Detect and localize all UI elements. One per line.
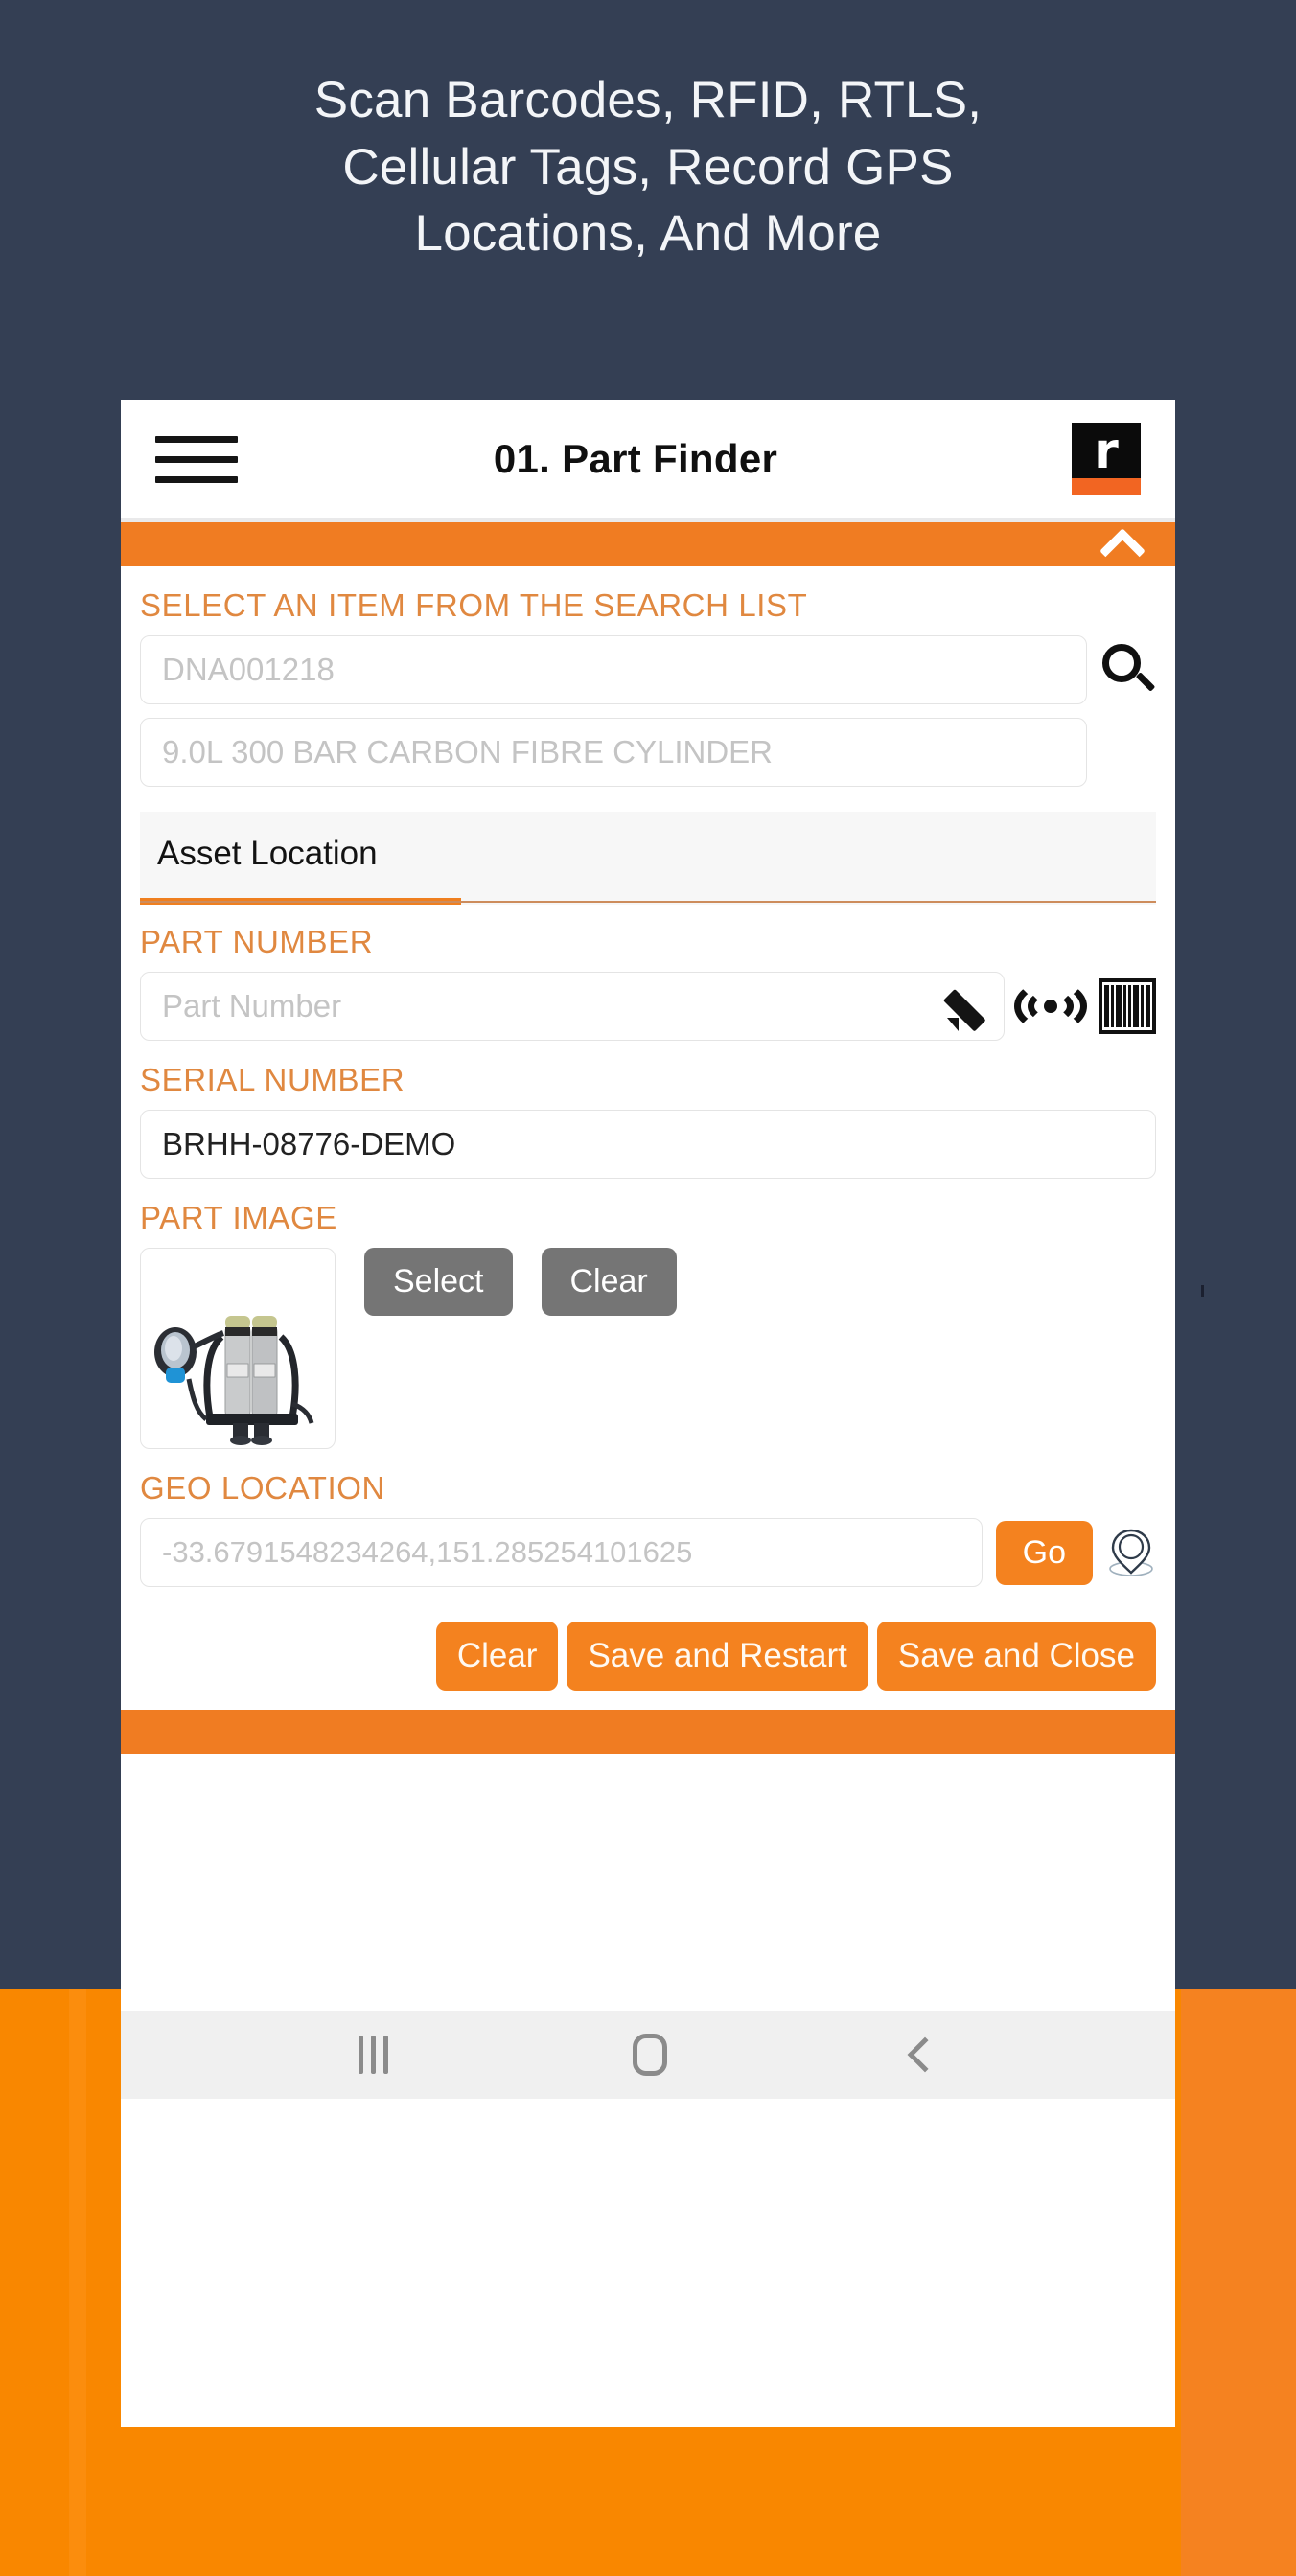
section-collapse-bar[interactable]	[121, 522, 1175, 575]
barcode-icon[interactable]	[1099, 978, 1156, 1034]
spacer-below-actions	[121, 1690, 1175, 1710]
part-number-row: Part Number	[140, 972, 1156, 1041]
search-description-input[interactable]: 9.0L 300 BAR CARBON FIBRE CYLINDER	[140, 718, 1087, 787]
search-icon-handle	[1135, 672, 1156, 692]
search-icon-ring	[1102, 644, 1141, 682]
barcode-bar	[1141, 985, 1145, 1027]
android-nav-bar	[121, 2011, 1175, 2099]
barcode-bar	[1146, 985, 1151, 1027]
part-image-thumbnail[interactable]	[140, 1248, 336, 1449]
footer-orange-band	[121, 1710, 1175, 1754]
backdrop-orange-stripe	[69, 1989, 86, 2576]
pencil-tip	[947, 1018, 959, 1031]
recents-bar	[370, 2036, 376, 2074]
barcode-bar	[1115, 985, 1122, 1027]
headline-line-1: Scan Barcodes, RFID, RTLS,	[313, 72, 983, 128]
backdrop-orange-right	[1181, 1989, 1296, 2576]
chevron-up-icon[interactable]	[1099, 527, 1146, 575]
rfid-icon[interactable]	[1014, 978, 1087, 1034]
recents-icon[interactable]	[358, 2036, 388, 2074]
recents-bar	[358, 2036, 363, 2074]
geo-location-row: -33.6791548234264,151.285254101625 Go	[140, 1518, 1156, 1587]
geo-go-button[interactable]: Go	[995, 1520, 1093, 1585]
part-number-input[interactable]: Part Number	[140, 972, 1005, 1041]
blank-content-area	[121, 1754, 1175, 2011]
tab-bar: Asset Location	[140, 812, 1156, 905]
app-bar: 01. Part Finder r	[121, 400, 1175, 522]
search-icon[interactable]	[1100, 642, 1156, 698]
barcode-bar	[1127, 985, 1132, 1027]
page-title: 01. Part Finder	[493, 436, 778, 481]
part-number-label: PART NUMBER	[140, 924, 374, 959]
phone-screen: 01. Part Finder r SELECT AN ITEM FROM TH…	[121, 400, 1175, 2426]
serial-number-input[interactable]: BRHH-08776-DEMO	[140, 1110, 1156, 1179]
barcode-bar	[1104, 985, 1109, 1027]
part-image-area: Select Clear	[140, 1248, 1156, 1449]
search-code-row: DNA001218	[140, 635, 1156, 704]
clear-image-button[interactable]: Clear	[541, 1248, 677, 1316]
image-artifact-mark	[1201, 1285, 1204, 1297]
tab-bar-rule	[140, 901, 1156, 903]
promo-headline: Scan Barcodes, RFID, RTLS, Cellular Tags…	[0, 67, 1296, 267]
barcode-bar	[1110, 985, 1114, 1027]
save-and-close-button[interactable]: Save and Close	[876, 1622, 1156, 1690]
barcode-bar	[1133, 985, 1140, 1027]
logo-letter: r	[1094, 423, 1119, 480]
serial-number-label: SERIAL NUMBER	[140, 1062, 405, 1097]
search-list-label: SELECT AN ITEM FROM THE SEARCH LIST	[140, 587, 808, 623]
part-image-label: PART IMAGE	[140, 1200, 337, 1235]
app-logo: r	[1072, 423, 1141, 495]
logo-accent-bar	[1072, 478, 1141, 495]
map-pin-icon[interactable]	[1106, 1525, 1156, 1580]
search-code-input[interactable]: DNA001218	[140, 635, 1087, 704]
select-image-button[interactable]: Select	[364, 1248, 513, 1316]
geo-location-label: GEO LOCATION	[140, 1470, 385, 1506]
barcode-bar	[1122, 985, 1126, 1027]
headline-line-2: Cellular Tags, Record GPS	[342, 138, 954, 196]
clear-button[interactable]: Clear	[435, 1622, 559, 1690]
headline-line-3: Locations, And More	[414, 205, 882, 263]
home-icon[interactable]	[633, 2034, 668, 2076]
form-actions: Clear Save and Restart Save and Close	[140, 1622, 1156, 1690]
geo-location-input[interactable]: -33.6791548234264,151.285254101625	[140, 1518, 983, 1587]
scba-illustration	[154, 1316, 314, 1445]
tab-asset-location[interactable]: Asset Location	[140, 812, 395, 898]
map-pin-glyph	[1109, 1529, 1153, 1576]
save-and-restart-button[interactable]: Save and Restart	[567, 1622, 868, 1690]
back-icon[interactable]	[907, 2036, 943, 2073]
rfid-center-dot	[1044, 1000, 1057, 1013]
recents-bar	[382, 2036, 388, 2074]
pencil-icon[interactable]	[942, 979, 1001, 1033]
